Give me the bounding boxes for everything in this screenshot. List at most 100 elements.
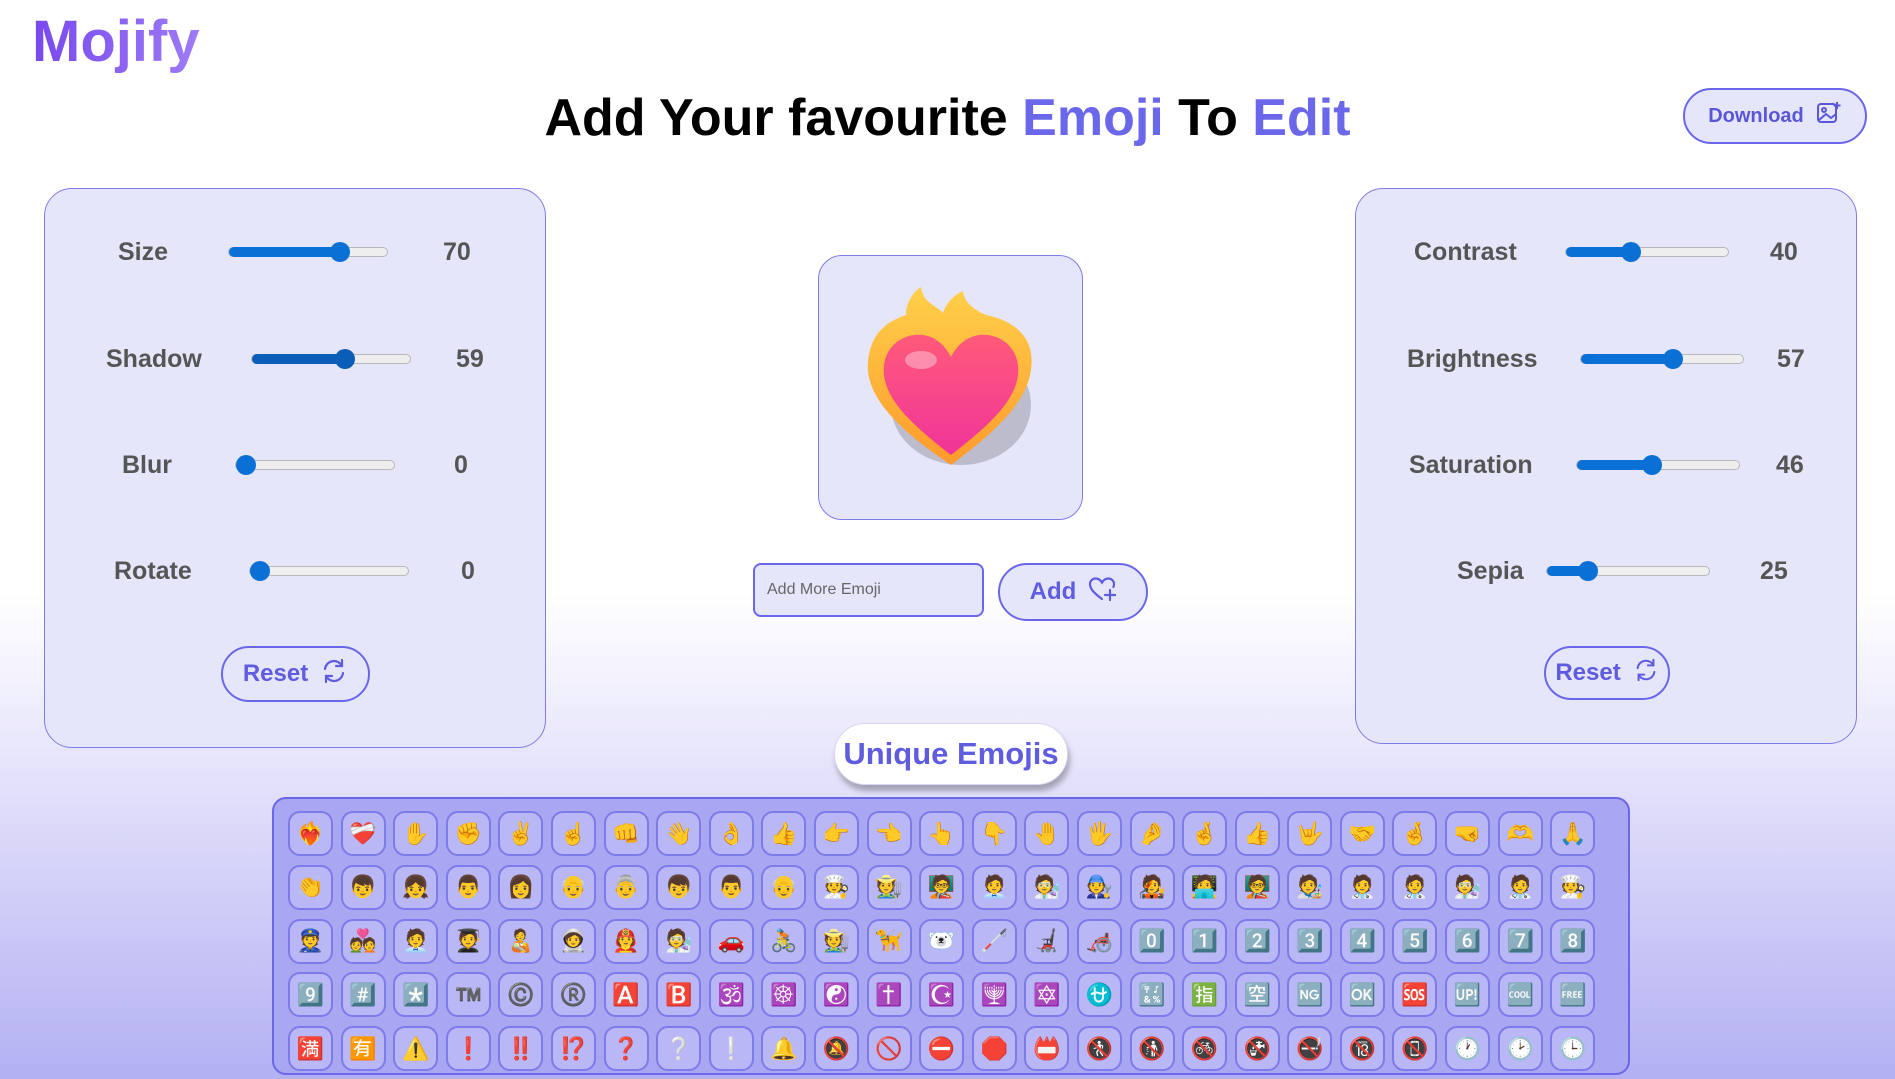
emoji-cell[interactable]: 🧑‍🍳 bbox=[813, 864, 859, 910]
sepia-slider[interactable] bbox=[1546, 561, 1710, 581]
emoji-cell[interactable]: 👦 bbox=[340, 864, 386, 910]
emoji-cell[interactable]: 👩 bbox=[498, 864, 544, 910]
emoji-cell[interactable]: 🆗 bbox=[1339, 972, 1385, 1018]
emoji-cell[interactable]: ❗ bbox=[445, 1026, 491, 1072]
emoji-cell[interactable]: 🆘 bbox=[1392, 972, 1438, 1018]
emoji-cell[interactable]: 🤞 bbox=[1182, 811, 1228, 856]
emoji-cell[interactable]: 🧑‍🚒 bbox=[603, 918, 649, 964]
contrast-slider[interactable] bbox=[1565, 242, 1729, 262]
add-emoji-input[interactable] bbox=[753, 563, 984, 617]
emoji-cell[interactable]: 🛑 bbox=[971, 1026, 1017, 1072]
saturation-slider-thumb[interactable] bbox=[1641, 455, 1662, 475]
emoji-cell[interactable]: 🆓 bbox=[1550, 972, 1596, 1018]
emoji-cell[interactable]: 🧑‍⚕️ bbox=[1392, 864, 1438, 910]
emoji-cell[interactable]: 2️⃣ bbox=[1234, 918, 1280, 964]
contrast-slider-thumb[interactable] bbox=[1620, 242, 1641, 262]
emoji-cell[interactable]: 🧑‍🌾 bbox=[866, 864, 912, 910]
emoji-cell[interactable]: 🤟 bbox=[1287, 811, 1333, 856]
emoji-cell[interactable]: ⛎ bbox=[1076, 972, 1122, 1018]
emoji-cell[interactable]: 5️⃣ bbox=[1392, 918, 1438, 964]
emoji-cell[interactable]: 6️⃣ bbox=[1445, 918, 1491, 964]
emoji-cell[interactable]: 🧑‍💼 bbox=[393, 918, 439, 964]
emoji-cell[interactable]: ☪️ bbox=[919, 972, 965, 1018]
emoji-cell[interactable]: 🧑‍🎨 bbox=[1287, 864, 1333, 910]
rotate-slider-thumb[interactable] bbox=[250, 561, 270, 581]
emoji-cell[interactable]: 🧑‍🔬 bbox=[656, 918, 702, 964]
add-button[interactable]: Add bbox=[998, 563, 1148, 621]
blur-slider-thumb[interactable] bbox=[236, 455, 256, 475]
shadow-slider[interactable] bbox=[251, 349, 411, 369]
emoji-cell[interactable]: 0️⃣ bbox=[1129, 918, 1175, 964]
emoji-cell[interactable]: ✋ bbox=[393, 811, 439, 856]
emoji-cell[interactable]: 🚯 bbox=[1129, 1026, 1175, 1072]
emoji-cell[interactable]: 👨 bbox=[708, 864, 754, 910]
emoji-cell[interactable]: ✝️ bbox=[866, 972, 912, 1018]
emoji-cell[interactable]: 🆒 bbox=[1497, 972, 1543, 1018]
emoji-cell[interactable]: 👍 bbox=[1234, 811, 1280, 856]
emoji-cell[interactable]: 🦯 bbox=[971, 918, 1017, 964]
emoji-cell[interactable]: #️⃣ bbox=[340, 972, 386, 1018]
emoji-cell[interactable]: ✌️ bbox=[498, 811, 544, 856]
emoji-cell[interactable]: 👮 bbox=[288, 918, 333, 964]
emoji-cell[interactable]: 👋 bbox=[656, 811, 702, 856]
emoji-cell[interactable]: ‼️ bbox=[498, 1026, 544, 1072]
emoji-cell[interactable]: 🧑‍💻 bbox=[1182, 864, 1228, 910]
emoji-cell[interactable]: ®️ bbox=[550, 972, 596, 1018]
emoji-cell[interactable]: 🚷 bbox=[1076, 1026, 1122, 1072]
emoji-cell[interactable]: 🧑‍🎓 bbox=[445, 918, 491, 964]
emoji-cell[interactable]: 🧑‍⚕️ bbox=[1497, 864, 1543, 910]
emoji-cell[interactable]: 🕉️ bbox=[708, 972, 754, 1018]
emoji-cell[interactable]: 🧑‍🍳 bbox=[1550, 864, 1596, 910]
emoji-cell[interactable]: 9️⃣ bbox=[288, 972, 333, 1018]
emoji-cell[interactable]: 🅱️ bbox=[656, 972, 702, 1018]
emoji-cell[interactable]: 🧑‍🌾 bbox=[813, 918, 859, 964]
emoji-cell[interactable]: 🈳 bbox=[1234, 972, 1280, 1018]
emoji-cell[interactable]: 🚫 bbox=[866, 1026, 912, 1072]
emoji-cell[interactable]: 🔣 bbox=[1129, 972, 1175, 1018]
emoji-cell[interactable]: 👦 bbox=[656, 864, 702, 910]
emoji-cell[interactable]: 🔞 bbox=[1339, 1026, 1385, 1072]
emoji-cell[interactable]: 🤜 bbox=[1445, 811, 1491, 856]
emoji-cell[interactable]: 📵 bbox=[1392, 1026, 1438, 1072]
emoji-cell[interactable]: ⚠️ bbox=[393, 1026, 439, 1072]
emoji-cell[interactable]: 🫶 bbox=[1497, 811, 1543, 856]
emoji-cell[interactable]: 🤞 bbox=[1392, 811, 1438, 856]
emoji-cell[interactable]: 💑 bbox=[340, 918, 386, 964]
emoji-cell[interactable]: 🧑‍🎤 bbox=[1129, 864, 1175, 910]
emoji-cell[interactable]: 🆖 bbox=[1287, 972, 1333, 1018]
emoji-cell[interactable]: ☸️ bbox=[761, 972, 807, 1018]
emoji-cell[interactable]: 👴 bbox=[550, 864, 596, 910]
emoji-cell[interactable]: 🈯 bbox=[1182, 972, 1228, 1018]
emoji-cell[interactable]: 🧑‍🏫 bbox=[919, 864, 965, 910]
emoji-cell[interactable]: 🦮 bbox=[866, 918, 912, 964]
emoji-cell[interactable]: 🧑‍💼 bbox=[971, 864, 1017, 910]
blur-slider[interactable] bbox=[235, 455, 395, 475]
emoji-cell[interactable]: 🧑‍🏫 bbox=[1234, 864, 1280, 910]
saturation-slider[interactable] bbox=[1576, 455, 1740, 475]
emoji-cell[interactable]: 👏 bbox=[288, 864, 333, 910]
emoji-cell[interactable]: 8️⃣ bbox=[1550, 918, 1596, 964]
emoji-cell[interactable]: 🚱 bbox=[1234, 1026, 1280, 1072]
right-reset-button[interactable]: Reset bbox=[1544, 646, 1670, 700]
emoji-cell[interactable]: ✊ bbox=[445, 811, 491, 856]
emoji-cell[interactable]: 👴 bbox=[761, 864, 807, 910]
emoji-cell[interactable]: 🧑‍⚕️ bbox=[1339, 864, 1385, 910]
emoji-cell[interactable]: 🚗 bbox=[708, 918, 754, 964]
left-reset-button[interactable]: Reset bbox=[221, 646, 370, 702]
emoji-cell[interactable]: ☯️ bbox=[813, 972, 859, 1018]
emoji-cell[interactable]: 👊 bbox=[603, 811, 649, 856]
emoji-cell[interactable]: ❤️‍🔥 bbox=[288, 811, 333, 856]
emoji-cell[interactable]: 📛 bbox=[1024, 1026, 1070, 1072]
emoji-cell[interactable]: 👵 bbox=[603, 864, 649, 910]
emoji-cell[interactable]: 🔯 bbox=[1024, 972, 1070, 1018]
emoji-cell[interactable]: 7️⃣ bbox=[1497, 918, 1543, 964]
emoji-cell[interactable]: 🐻‍❄️ bbox=[919, 918, 965, 964]
emoji-cell[interactable]: 👌 bbox=[708, 811, 754, 856]
emoji-cell[interactable]: 🚴 bbox=[761, 918, 807, 964]
emoji-cell[interactable]: 👨 bbox=[445, 864, 491, 910]
emoji-cell[interactable]: 3️⃣ bbox=[1287, 918, 1333, 964]
emoji-cell[interactable]: 🅰️ bbox=[603, 972, 649, 1018]
rotate-slider[interactable] bbox=[249, 561, 409, 581]
emoji-cell[interactable]: ⁉️ bbox=[550, 1026, 596, 1072]
emoji-cell[interactable]: 🚳 bbox=[1182, 1026, 1228, 1072]
